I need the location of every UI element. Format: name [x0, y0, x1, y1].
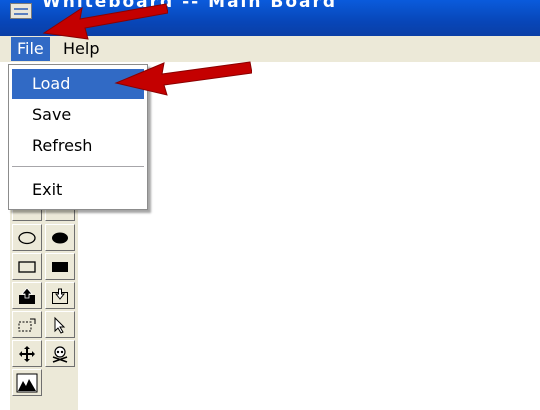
title-bar[interactable]: Whiteboard -- Main Board	[0, 0, 540, 36]
rectangle-filled-icon	[52, 261, 68, 272]
image-tool[interactable]	[12, 369, 42, 396]
ellipse-filled-icon	[52, 232, 68, 243]
menu-separator	[12, 166, 144, 168]
menu-bar: File Help	[0, 36, 540, 62]
upload-icon	[19, 286, 35, 304]
menu-item-save[interactable]: Save	[12, 100, 144, 130]
pointer-tool[interactable]	[45, 311, 75, 338]
menu-item-load[interactable]: Load	[12, 69, 144, 99]
image-icon	[16, 373, 38, 392]
window-icon[interactable]	[10, 3, 32, 19]
skull-icon	[52, 345, 68, 363]
window-title: Whiteboard -- Main Board	[42, 0, 338, 12]
ellipse-outline-icon	[18, 231, 36, 244]
menu-help[interactable]: Help	[57, 37, 105, 61]
tool-palette	[10, 202, 78, 410]
rectangle-filled-tool[interactable]	[45, 253, 75, 280]
file-dropdown-menu: Load Save Refresh Exit	[8, 64, 148, 210]
ellipse-filled-tool[interactable]	[45, 224, 75, 251]
pointer-icon	[54, 316, 66, 334]
rectangle-outline-icon	[18, 260, 36, 273]
ellipse-outline-tool[interactable]	[12, 224, 42, 251]
upload-tool[interactable]	[12, 282, 42, 309]
menu-file[interactable]: File	[11, 37, 50, 61]
selection-tool[interactable]	[12, 311, 42, 338]
move-tool[interactable]	[12, 340, 42, 367]
download-tool[interactable]	[45, 282, 75, 309]
selection-icon	[18, 318, 36, 331]
rectangle-outline-tool[interactable]	[12, 253, 42, 280]
skull-tool[interactable]	[45, 340, 75, 367]
menu-item-refresh[interactable]: Refresh	[12, 131, 144, 161]
menu-item-exit[interactable]: Exit	[12, 175, 144, 205]
move-icon	[19, 345, 35, 362]
download-icon	[52, 288, 68, 304]
